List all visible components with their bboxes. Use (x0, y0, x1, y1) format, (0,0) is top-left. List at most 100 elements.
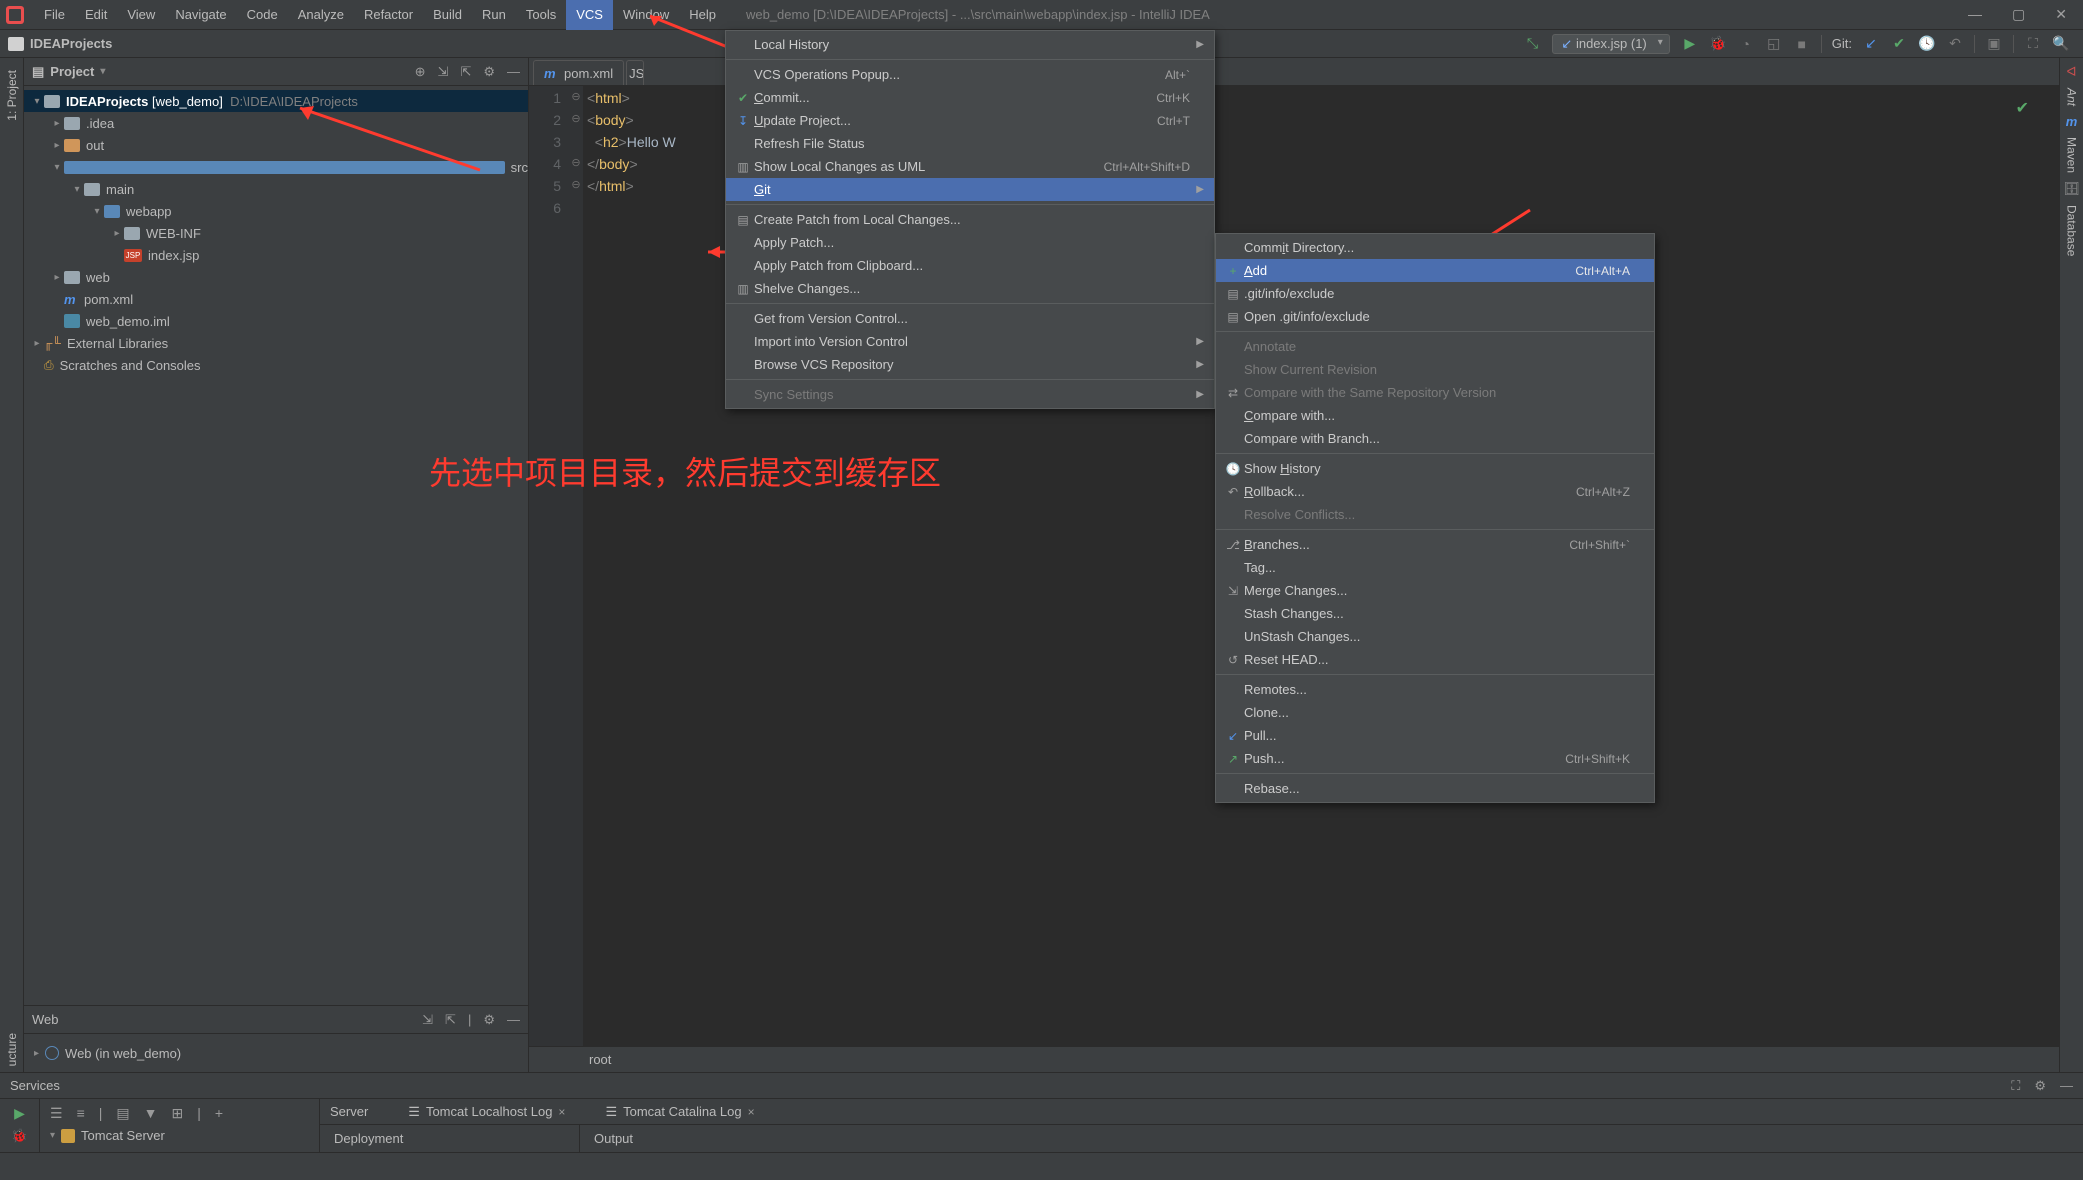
collapse-all-icon[interactable]: ⇱ (460, 64, 471, 80)
search-everywhere-icon[interactable]: 🔍 (2052, 35, 2070, 52)
menu-view[interactable]: View (117, 0, 165, 30)
menu-run[interactable]: Run (472, 0, 516, 30)
menu-item[interactable]: UnStash Changes... (1216, 625, 1654, 648)
menu-item[interactable]: Refresh File Status (726, 132, 1214, 155)
git-commit-icon[interactable]: ✔ (1890, 35, 1908, 52)
menu-item[interactable]: Remotes... (1216, 678, 1654, 701)
menu-help[interactable]: Help (679, 0, 726, 30)
services-tab-localhost-log[interactable]: ☰ Tomcat Localhost Log × (408, 1104, 565, 1120)
menu-item[interactable]: Tag... (1216, 556, 1654, 579)
editor-tab-pom[interactable]: mpom.xml (533, 60, 624, 85)
menu-refactor[interactable]: Refactor (354, 0, 423, 30)
menu-item[interactable]: ↧Update Project...Ctrl+T (726, 109, 1214, 132)
menu-item[interactable]: Rebase... (1216, 777, 1654, 800)
menu-file[interactable]: File (34, 0, 75, 30)
tree-item[interactable]: ▸.idea (24, 112, 528, 134)
menu-item[interactable]: Local History▶ (726, 33, 1214, 56)
menu-vcs[interactable]: VCS (566, 0, 613, 30)
left-tab-structure[interactable]: ucture (5, 1033, 19, 1066)
menu-item[interactable]: Commit Directory... (1216, 236, 1654, 259)
services-run-icon[interactable]: ▶ (14, 1105, 25, 1122)
menu-item[interactable]: ↶Rollback...Ctrl+Alt+Z (1216, 480, 1654, 503)
scroll-from-source-icon[interactable]: ⊕ (415, 64, 426, 80)
services-filter-icon[interactable]: ⛶ (2011, 1078, 2020, 1094)
run-icon[interactable]: ▶ (1681, 35, 1699, 52)
services-add-icon[interactable]: + (215, 1105, 223, 1122)
menu-item[interactable]: ↺Reset HEAD... (1216, 648, 1654, 671)
expand-all-icon[interactable]: ⇲ (438, 64, 449, 80)
menu-item[interactable]: Clone... (1216, 701, 1654, 724)
menu-item[interactable]: ↙Pull... (1216, 724, 1654, 747)
menu-item[interactable]: ▤Create Patch from Local Changes... (726, 208, 1214, 231)
right-tab-database[interactable]: Database (2065, 205, 2079, 256)
menu-build[interactable]: Build (423, 0, 472, 30)
git-history-icon[interactable]: 🕓 (1918, 35, 1936, 52)
services-hide-icon[interactable]: — (2060, 1078, 2073, 1094)
tree-item[interactable]: ▾webapp (24, 200, 528, 222)
web-hide-icon[interactable]: — (507, 1012, 520, 1028)
debug-icon[interactable]: 🐞 (1709, 35, 1727, 52)
menu-item[interactable]: Apply Patch from Clipboard... (726, 254, 1214, 277)
tree-item[interactable]: JSPindex.jsp (24, 244, 528, 266)
window-maximize-icon[interactable]: ▢ (2012, 6, 2025, 23)
menu-item[interactable]: Stash Changes... (1216, 602, 1654, 625)
menu-item[interactable]: ↗Push...Ctrl+Shift+K (1216, 747, 1654, 770)
git-update-icon[interactable]: ↙ (1862, 35, 1880, 52)
services-tab-catalina-log[interactable]: ☰ Tomcat Catalina Log × (605, 1104, 754, 1120)
run-configuration-combo[interactable]: ↙ index.jsp (1) (1552, 34, 1669, 54)
menu-navigate[interactable]: Navigate (165, 0, 236, 30)
breadcrumb-root[interactable]: IDEAProjects (30, 36, 112, 51)
menu-item[interactable]: ✔Commit...Ctrl+K (726, 86, 1214, 109)
editor-tab-index[interactable]: JSP (626, 60, 644, 85)
web-facet-row[interactable]: ▸ Web (in web_demo) (34, 1042, 518, 1064)
services-tree-icon[interactable]: ☰ (50, 1105, 63, 1122)
coverage-icon[interactable]: ◔ (1737, 36, 1755, 52)
tree-item[interactable]: ▾src (24, 156, 528, 178)
menu-item[interactable]: Browse VCS Repository▶ (726, 353, 1214, 376)
project-tree[interactable]: ▾ IDEAProjects [web_demo] D:\IDEA\IDEAPr… (24, 86, 528, 1005)
window-close-icon[interactable]: ✕ (2055, 6, 2067, 23)
stop-icon[interactable]: ■ (1793, 36, 1811, 52)
tree-external-libraries[interactable]: ▸╓╙External Libraries (24, 332, 528, 354)
services-tab-server[interactable]: Server (330, 1104, 368, 1119)
tree-root[interactable]: ▾ IDEAProjects [web_demo] D:\IDEA\IDEAPr… (24, 90, 528, 112)
menu-item[interactable]: ▥Show Local Changes as UMLCtrl+Alt+Shift… (726, 155, 1214, 178)
menu-item[interactable]: ⇲Merge Changes... (1216, 579, 1654, 602)
tree-item[interactable]: ▸WEB-INF (24, 222, 528, 244)
services-filter2-icon[interactable]: ▼ (144, 1105, 158, 1122)
project-panel-title[interactable]: ▤ Project ▾ (32, 64, 105, 80)
menu-item[interactable]: +AddCtrl+Alt+A (1216, 259, 1654, 282)
menu-analyze[interactable]: Analyze (288, 0, 354, 30)
menu-edit[interactable]: Edit (75, 0, 117, 30)
tree-item[interactable]: ▾main (24, 178, 528, 200)
services-settings-icon[interactable]: ⚙ (2034, 1078, 2046, 1094)
menu-item[interactable]: Get from Version Control... (726, 307, 1214, 330)
tree-item[interactable]: ▸web (24, 266, 528, 288)
menu-tools[interactable]: Tools (516, 0, 566, 30)
panel-settings-icon[interactable]: ⚙ (483, 64, 495, 80)
menu-item[interactable]: VCS Operations Popup...Alt+` (726, 63, 1214, 86)
tree-item[interactable]: web_demo.iml (24, 310, 528, 332)
web-expand-icon[interactable]: ⇲ (422, 1012, 433, 1028)
right-tab-ant[interactable]: Ant (2065, 88, 2079, 106)
menu-item[interactable]: Git▶ (726, 178, 1214, 201)
menu-item[interactable]: ▤.git/info/exclude (1216, 282, 1654, 305)
menu-item[interactable]: Apply Patch... (726, 231, 1214, 254)
menu-item[interactable]: Import into Version Control▶ (726, 330, 1214, 353)
web-collapse-icon[interactable]: ⇱ (445, 1012, 456, 1028)
services-flat-icon[interactable]: ≡ (77, 1105, 85, 1122)
menu-item[interactable]: 🕓Show History (1216, 457, 1654, 480)
ide-errors-icon[interactable]: ▣ (1985, 35, 2003, 52)
screen-icon[interactable]: ⛶ (2024, 35, 2042, 52)
tree-item[interactable]: mpom.xml (24, 288, 528, 310)
right-tab-maven[interactable]: Maven (2065, 137, 2079, 173)
editor-breadcrumb[interactable]: root (529, 1046, 2059, 1072)
git-revert-icon[interactable]: ↶ (1946, 35, 1964, 52)
web-settings-icon[interactable]: ⚙ (483, 1012, 495, 1028)
menu-item[interactable]: Compare with... (1216, 404, 1654, 427)
profile-icon[interactable]: ◱ (1765, 35, 1783, 52)
panel-hide-icon[interactable]: — (507, 64, 520, 80)
menu-item[interactable]: ▤Open .git/info/exclude (1216, 305, 1654, 328)
menu-item[interactable]: ⎇Branches...Ctrl+Shift+` (1216, 533, 1654, 556)
build-icon[interactable]: ⤡ (1523, 35, 1541, 52)
